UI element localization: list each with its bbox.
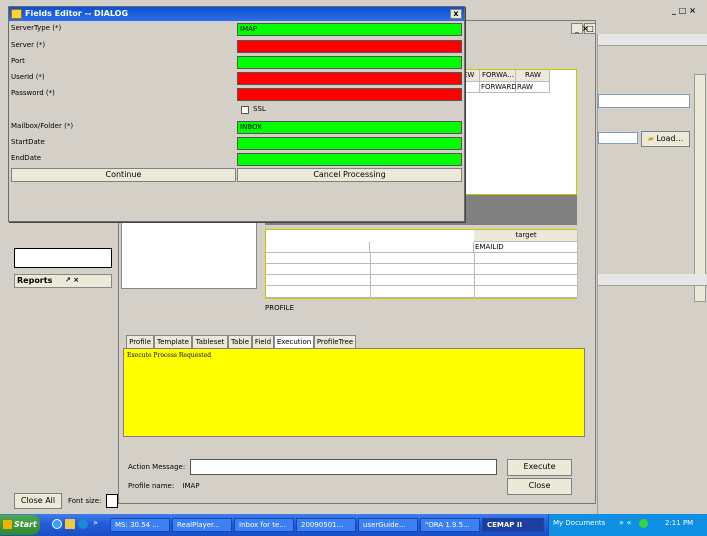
profile-caption: PROFILE: [265, 304, 295, 312]
password-field[interactable]: [237, 88, 462, 101]
profile-name-caption: Profile name:: [128, 482, 175, 490]
execute-button[interactable]: Execute: [507, 459, 572, 476]
folder-icon[interactable]: [65, 519, 75, 529]
taskbar-item[interactable]: userGuide...: [358, 518, 418, 532]
right-scrollbar[interactable]: [694, 74, 706, 302]
taskbar-item-active[interactable]: CEMAP II: [482, 518, 544, 532]
userid-field[interactable]: [237, 72, 462, 85]
table-row[interactable]: [266, 264, 578, 275]
clock: 2:11 PM: [665, 519, 694, 527]
outer-window-controls[interactable]: _ □ ×: [672, 6, 696, 15]
reports-controls[interactable]: ↗ ×: [65, 276, 79, 284]
font-size-label: Font size:: [68, 497, 102, 505]
dialog-close-button[interactable]: x: [450, 9, 462, 19]
tab-tableset[interactable]: Tableset: [192, 335, 228, 348]
field-label-mailbox: Mailbox/Folder (*): [11, 122, 74, 130]
right-panel-header: [598, 34, 707, 46]
toolbar-chevron-icon[interactable]: » «: [619, 518, 631, 527]
start-label: Start: [14, 520, 37, 529]
action-message-label: Action Message:: [128, 463, 186, 471]
right-panel-path-field[interactable]: [598, 132, 638, 144]
profile-name-label: Profile name: IMAP: [128, 482, 200, 490]
system-tray: My Documents » « 2:11 PM: [548, 514, 707, 536]
field-label-enddate: EndDate: [11, 154, 42, 162]
table-cell[interactable]: [370, 242, 474, 253]
taskbar-item[interactable]: RealPlayer...: [172, 518, 232, 532]
col-header-forward[interactable]: FORWA...: [480, 70, 516, 82]
col-header-raw[interactable]: RAW: [516, 70, 550, 82]
tab-profile[interactable]: Profile: [126, 335, 154, 348]
field-label-server: Server (*): [11, 41, 46, 49]
field-label-servertype: ServerType (*): [11, 24, 62, 32]
right-panel-input[interactable]: [598, 94, 690, 108]
app-icon: [11, 9, 22, 19]
table-row[interactable]: [266, 253, 578, 264]
close-all-button[interactable]: Close All: [14, 493, 62, 509]
tab-profiletree[interactable]: ProfileTree: [314, 335, 356, 348]
servertype-field[interactable]: IMAP: [237, 23, 462, 36]
field-label-startdate: StartDate: [11, 138, 45, 146]
quick-launch-chevron-icon[interactable]: »: [93, 518, 98, 527]
continue-button[interactable]: Continue: [11, 168, 236, 182]
my-documents-label[interactable]: My Documents: [553, 519, 605, 527]
font-size-input[interactable]: [106, 494, 118, 508]
taskbar-item[interactable]: 20090501...: [296, 518, 356, 532]
reports-label: Reports: [17, 276, 53, 285]
browser-icon[interactable]: [52, 519, 62, 529]
cancel-processing-button[interactable]: Cancel Processing: [237, 168, 462, 182]
taskbar-item[interactable]: Inbox for te...: [234, 518, 294, 532]
load-label: Load...: [656, 134, 684, 143]
dialog-title: Fields Editor -- DIALOG: [25, 9, 129, 18]
mailbox-field[interactable]: INBOX: [237, 121, 462, 134]
server-field[interactable]: [237, 40, 462, 53]
right-panel: ▰ Load...: [597, 34, 707, 514]
close-button[interactable]: Close: [507, 478, 572, 495]
left-panel-field[interactable]: [14, 248, 112, 268]
ssl-checkbox[interactable]: [241, 106, 249, 114]
left-panel: Reports ↗ × Close All Font size:: [0, 248, 118, 514]
white-box: [121, 221, 257, 289]
start-button[interactable]: Start: [0, 515, 40, 535]
taskbar-item[interactable]: MS: 30.54 ...: [110, 518, 170, 532]
field-label-port: Port: [11, 57, 25, 65]
tab-template[interactable]: Template: [154, 335, 192, 348]
taskbar: Start » MS: 30.54 ... RealPlayer... Inbo…: [0, 514, 707, 536]
field-label-password: Password (*): [11, 89, 55, 97]
table-cell[interactable]: [266, 242, 370, 253]
startdate-field[interactable]: [237, 137, 462, 150]
table-row[interactable]: [266, 286, 578, 298]
inner-close-icon[interactable]: ×: [582, 24, 589, 33]
tab-table[interactable]: Table: [228, 335, 252, 348]
tab-field[interactable]: Field: [252, 335, 274, 348]
windows-logo-icon: [3, 520, 12, 529]
ssl-label: SSL: [253, 105, 266, 113]
right-panel-lower-header: [598, 274, 707, 286]
table-row[interactable]: [266, 275, 578, 286]
load-button[interactable]: ▰ Load...: [641, 131, 690, 147]
top-edge: [0, 0, 707, 5]
enddate-field[interactable]: [237, 153, 462, 166]
port-field[interactable]: [237, 56, 462, 69]
media-icon[interactable]: [78, 519, 88, 529]
taskbar-item[interactable]: "ORA 1.9.5...: [420, 518, 480, 532]
dialog-titlebar: Fields Editor -- DIALOG: [9, 7, 464, 21]
reports-header: Reports ↗ ×: [14, 274, 112, 288]
col-header-target[interactable]: target: [474, 230, 578, 242]
table-cell[interactable]: EMAILID: [474, 242, 578, 253]
tab-execution[interactable]: Execution: [274, 335, 314, 348]
field-label-userid: UserId (*): [11, 73, 45, 81]
execution-log: Execute Process Requested: [123, 348, 585, 437]
table-cell[interactable]: FORWARD: [480, 82, 517, 93]
profile-name-value: IMAP: [182, 482, 200, 490]
tray-status-icon[interactable]: [639, 519, 648, 528]
folder-icon: ▰: [647, 134, 654, 143]
table-cell[interactable]: RAW: [516, 82, 550, 93]
bottom-table: target EMAILID: [265, 229, 578, 299]
action-message-input[interactable]: [190, 459, 497, 475]
fields-editor-dialog: Fields Editor -- DIALOG x ServerType (*)…: [8, 6, 465, 222]
